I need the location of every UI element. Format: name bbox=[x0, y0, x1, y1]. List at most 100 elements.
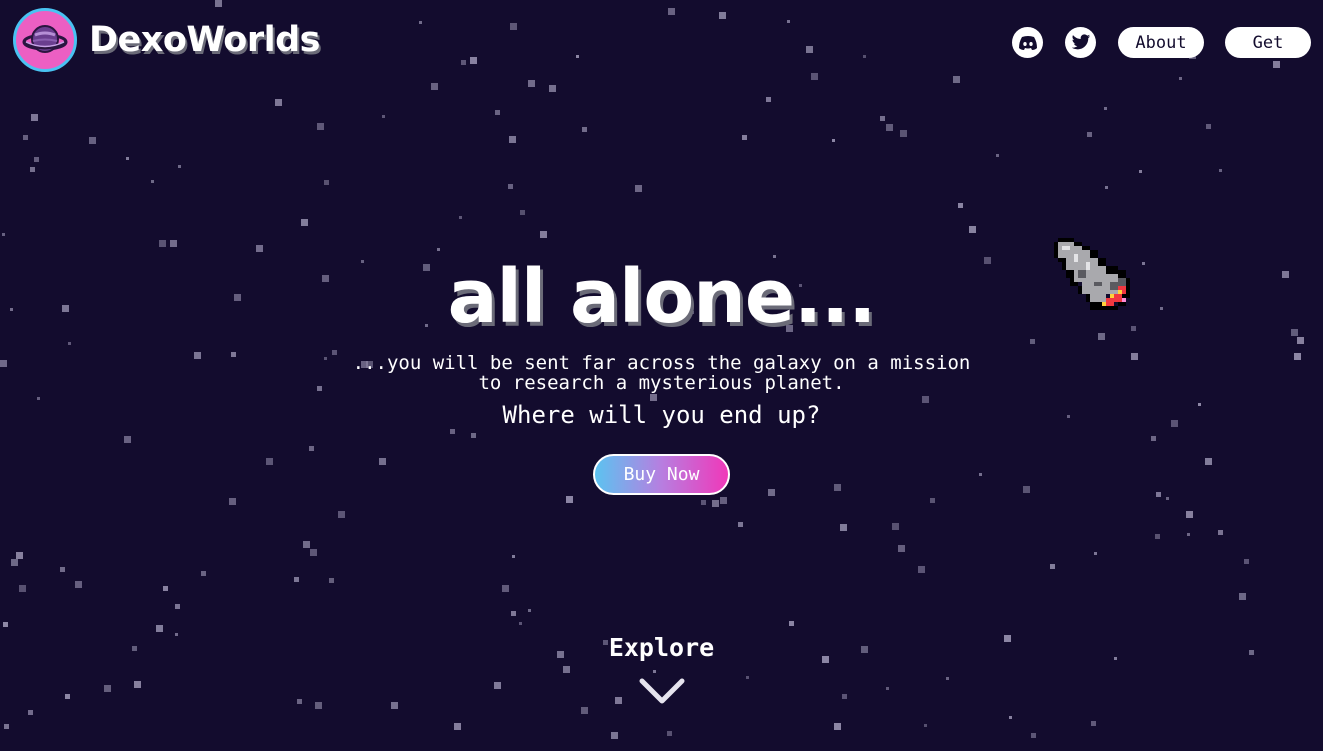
star bbox=[930, 498, 935, 503]
get-button[interactable]: Get bbox=[1225, 27, 1311, 58]
star bbox=[582, 127, 587, 132]
twitter-icon[interactable] bbox=[1065, 27, 1096, 58]
discord-icon[interactable] bbox=[1012, 27, 1043, 58]
star bbox=[611, 732, 618, 739]
star bbox=[768, 489, 775, 496]
star bbox=[1156, 492, 1161, 497]
star bbox=[1023, 486, 1030, 493]
star bbox=[1105, 186, 1108, 189]
star bbox=[65, 694, 70, 699]
star bbox=[1179, 77, 1182, 80]
star bbox=[301, 219, 308, 226]
star bbox=[720, 497, 727, 504]
star bbox=[170, 240, 177, 247]
star bbox=[126, 157, 129, 160]
star bbox=[229, 498, 236, 505]
star bbox=[668, 8, 675, 15]
star bbox=[563, 666, 570, 673]
star bbox=[470, 57, 477, 64]
star bbox=[297, 699, 302, 704]
star bbox=[1166, 497, 1169, 500]
star bbox=[1244, 559, 1249, 564]
star bbox=[4, 724, 9, 729]
star bbox=[159, 240, 166, 247]
star bbox=[581, 707, 588, 714]
star bbox=[511, 611, 516, 616]
star bbox=[3, 622, 8, 627]
star bbox=[996, 154, 999, 157]
star bbox=[1031, 733, 1036, 738]
star bbox=[667, 731, 672, 736]
star bbox=[494, 682, 501, 689]
star bbox=[1009, 716, 1012, 719]
star bbox=[151, 180, 154, 183]
star bbox=[19, 585, 26, 592]
hero-subtitle-line2: to research a mysterious planet. bbox=[478, 372, 845, 394]
star bbox=[329, 578, 334, 583]
star bbox=[766, 97, 771, 102]
star bbox=[450, 429, 455, 434]
star bbox=[789, 621, 794, 626]
star bbox=[863, 55, 866, 58]
chevron-down-icon[interactable] bbox=[637, 676, 687, 710]
star bbox=[746, 676, 749, 679]
star bbox=[266, 458, 273, 465]
star bbox=[175, 604, 180, 609]
hero-subtitle-line1: ...you will be sent far across the galax… bbox=[352, 352, 971, 374]
star bbox=[317, 123, 324, 130]
star bbox=[382, 115, 385, 118]
star bbox=[437, 248, 440, 251]
star bbox=[1104, 107, 1107, 110]
star bbox=[880, 116, 885, 121]
star bbox=[163, 586, 168, 591]
star bbox=[11, 559, 18, 566]
star bbox=[566, 496, 573, 503]
star bbox=[508, 184, 513, 189]
star bbox=[509, 136, 516, 143]
star bbox=[653, 670, 656, 673]
explore-label[interactable]: Explore bbox=[0, 633, 1323, 662]
star bbox=[712, 500, 719, 507]
star bbox=[104, 685, 111, 692]
star bbox=[309, 446, 314, 451]
star bbox=[1139, 170, 1142, 173]
star bbox=[454, 723, 461, 730]
star bbox=[68, 342, 71, 345]
star bbox=[60, 567, 65, 572]
star bbox=[806, 46, 813, 53]
star bbox=[201, 571, 206, 576]
star bbox=[738, 522, 743, 527]
star bbox=[742, 135, 747, 140]
star bbox=[431, 83, 438, 90]
star bbox=[540, 231, 547, 238]
star bbox=[1094, 552, 1097, 555]
star bbox=[16, 552, 23, 559]
star bbox=[834, 723, 841, 730]
brand-name: DexoWorlds bbox=[89, 20, 320, 60]
about-button[interactable]: About bbox=[1118, 27, 1204, 58]
star bbox=[528, 609, 531, 612]
star bbox=[898, 545, 905, 552]
brand-logo[interactable]: DexoWorlds bbox=[13, 8, 320, 72]
star bbox=[886, 124, 893, 131]
star bbox=[701, 500, 706, 505]
star bbox=[1151, 436, 1156, 441]
star bbox=[834, 484, 841, 491]
star bbox=[528, 80, 535, 87]
star bbox=[615, 697, 622, 704]
star bbox=[391, 702, 398, 709]
star bbox=[303, 541, 310, 548]
star bbox=[324, 180, 329, 185]
star bbox=[512, 555, 515, 558]
star bbox=[842, 694, 847, 699]
star bbox=[900, 130, 907, 137]
star bbox=[1218, 530, 1223, 535]
buy-now-button[interactable]: Buy Now bbox=[593, 454, 730, 495]
star bbox=[979, 473, 982, 476]
star bbox=[275, 99, 282, 106]
star bbox=[924, 724, 927, 727]
star bbox=[461, 60, 466, 65]
star bbox=[840, 524, 847, 531]
star bbox=[953, 76, 960, 83]
star bbox=[215, 0, 222, 7]
